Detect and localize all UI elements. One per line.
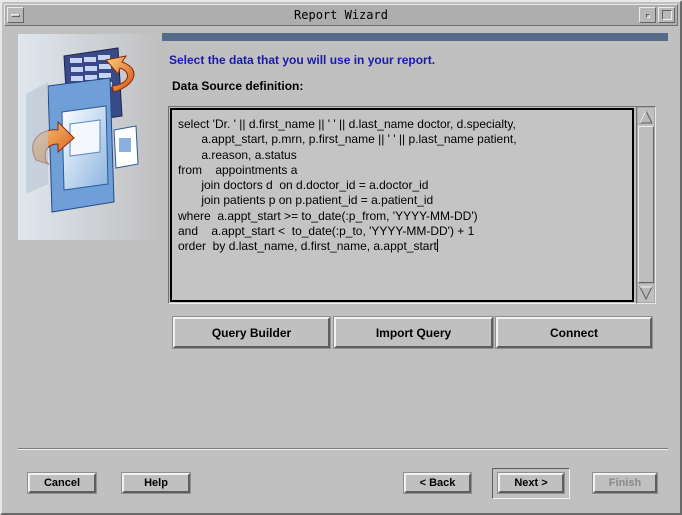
sql-line: a.appt_start, p.mrn, p.first_name || ' '… xyxy=(178,132,517,147)
sql-line: join doctors d on d.doctor_id = a.doctor… xyxy=(178,178,429,193)
maximize-icon xyxy=(662,10,672,20)
query-builder-button[interactable]: Query Builder xyxy=(172,316,331,349)
import-query-button[interactable]: Import Query xyxy=(333,316,494,349)
sql-query-text: select 'Dr. ' || d.first_name || ' ' || … xyxy=(178,117,626,255)
triangle-down-icon[interactable] xyxy=(638,284,654,302)
data-source-label: Data Source definition: xyxy=(172,79,304,93)
sql-line: and a.appt_start < to_date(:p_to, 'YYYY-… xyxy=(178,224,475,239)
wizard-header-bar xyxy=(162,33,668,41)
connect-button[interactable]: Connect xyxy=(495,316,653,349)
minimize-icon xyxy=(646,14,650,18)
next-button[interactable]: Next > xyxy=(497,472,565,494)
sql-query-textarea[interactable]: select 'Dr. ' || d.first_name || ' ' || … xyxy=(170,108,634,302)
text-cursor xyxy=(436,239,438,253)
sql-line: select 'Dr. ' || d.first_name || ' ' || … xyxy=(178,117,516,131)
page-heading: Select the data that you will use in you… xyxy=(169,53,436,67)
data-source-frame: select 'Dr. ' || d.first_name || ' ' || … xyxy=(168,106,638,304)
report-wizard-illustration xyxy=(18,34,158,240)
footer-separator xyxy=(18,448,668,450)
minimize-button[interactable] xyxy=(639,7,656,23)
triangle-up-icon[interactable] xyxy=(638,108,654,126)
scroll-thumb[interactable] xyxy=(638,126,654,283)
wizard-body: Select the data that you will use in you… xyxy=(6,28,678,512)
sql-line: where a.appt_start >= to_date(:p_from, '… xyxy=(178,208,478,223)
title-bar[interactable]: Report Wizard xyxy=(4,4,678,26)
sql-line: a.reason, a.status xyxy=(178,147,297,162)
window-title: Report Wizard xyxy=(294,8,388,22)
finish-button[interactable]: Finish xyxy=(592,472,658,494)
sql-line: from appointments a xyxy=(178,162,298,177)
sql-line: order by d.last_name, d.first_name, a.ap… xyxy=(178,239,437,254)
back-button[interactable]: < Back xyxy=(403,472,472,494)
vertical-scrollbar[interactable] xyxy=(636,106,656,304)
sql-last-line: order by d.last_name, d.first_name, a.ap… xyxy=(178,239,626,254)
maximize-button[interactable] xyxy=(658,7,675,23)
cancel-button[interactable]: Cancel xyxy=(27,472,97,494)
report-wizard-window: Report Wizard Select the data that you w… xyxy=(0,0,682,515)
sql-line: join patients p on p.patient_id = a.pati… xyxy=(178,193,434,208)
help-button[interactable]: Help xyxy=(121,472,191,494)
